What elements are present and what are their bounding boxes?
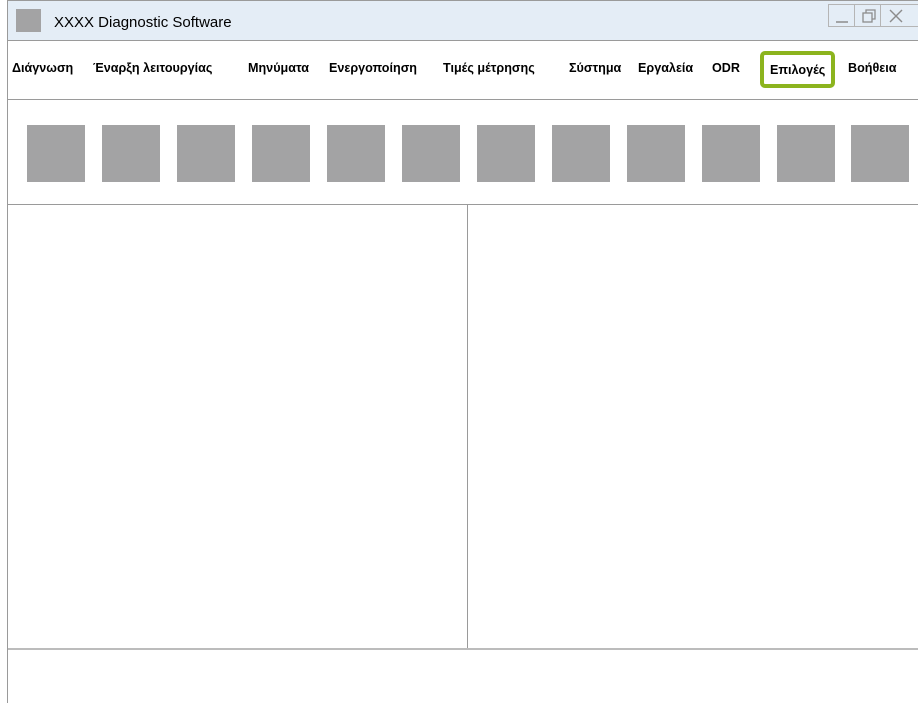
menu-messages[interactable]: Μηνύματα <box>248 61 309 75</box>
toolbar-button-8[interactable] <box>552 125 610 182</box>
minimize-button[interactable] <box>828 4 855 27</box>
toolbar <box>8 100 918 205</box>
restore-button[interactable] <box>854 4 881 27</box>
title-bar: XXXX Diagnostic Software <box>8 0 918 41</box>
toolbar-button-3[interactable] <box>177 125 235 182</box>
left-pane[interactable] <box>8 205 468 648</box>
menu-startup[interactable]: Έναρξη λειτουργίας <box>93 61 212 75</box>
menu-diagnosis[interactable]: Διάγνωση <box>12 61 73 75</box>
toolbar-button-12[interactable] <box>851 125 909 182</box>
menu-activation[interactable]: Ενεργοποίηση <box>329 61 417 75</box>
menu-odr[interactable]: ODR <box>712 61 740 75</box>
close-button[interactable] <box>880 4 918 27</box>
restore-icon <box>862 9 876 23</box>
toolbar-button-10[interactable] <box>702 125 760 182</box>
toolbar-button-7[interactable] <box>477 125 535 182</box>
right-pane[interactable] <box>468 205 918 648</box>
toolbar-button-5[interactable] <box>327 125 385 182</box>
minimize-icon <box>836 21 848 23</box>
menu-tools[interactable]: Εργαλεία <box>638 61 693 75</box>
menu-measurements[interactable]: Τιμές μέτρησης <box>443 61 535 75</box>
menu-help[interactable]: Βοήθεια <box>848 61 897 75</box>
status-bar <box>8 648 918 703</box>
menu-options[interactable]: Επιλογές <box>760 51 836 88</box>
toolbar-button-2[interactable] <box>102 125 160 182</box>
toolbar-button-11[interactable] <box>777 125 835 182</box>
menu-system[interactable]: Σύστημα <box>569 61 621 75</box>
close-icon <box>889 9 903 23</box>
app-icon <box>16 9 41 32</box>
toolbar-button-9[interactable] <box>627 125 685 182</box>
toolbar-button-4[interactable] <box>252 125 310 182</box>
menu-bar: Διάγνωση Έναρξη λειτουργίας Μηνύματα Ενε… <box>8 41 918 100</box>
toolbar-button-6[interactable] <box>402 125 460 182</box>
window-title: XXXX Diagnostic Software <box>54 14 232 31</box>
toolbar-button-1[interactable] <box>27 125 85 182</box>
app-window: XXXX Diagnostic Software Διάγνωση Έναρξη… <box>7 0 918 703</box>
